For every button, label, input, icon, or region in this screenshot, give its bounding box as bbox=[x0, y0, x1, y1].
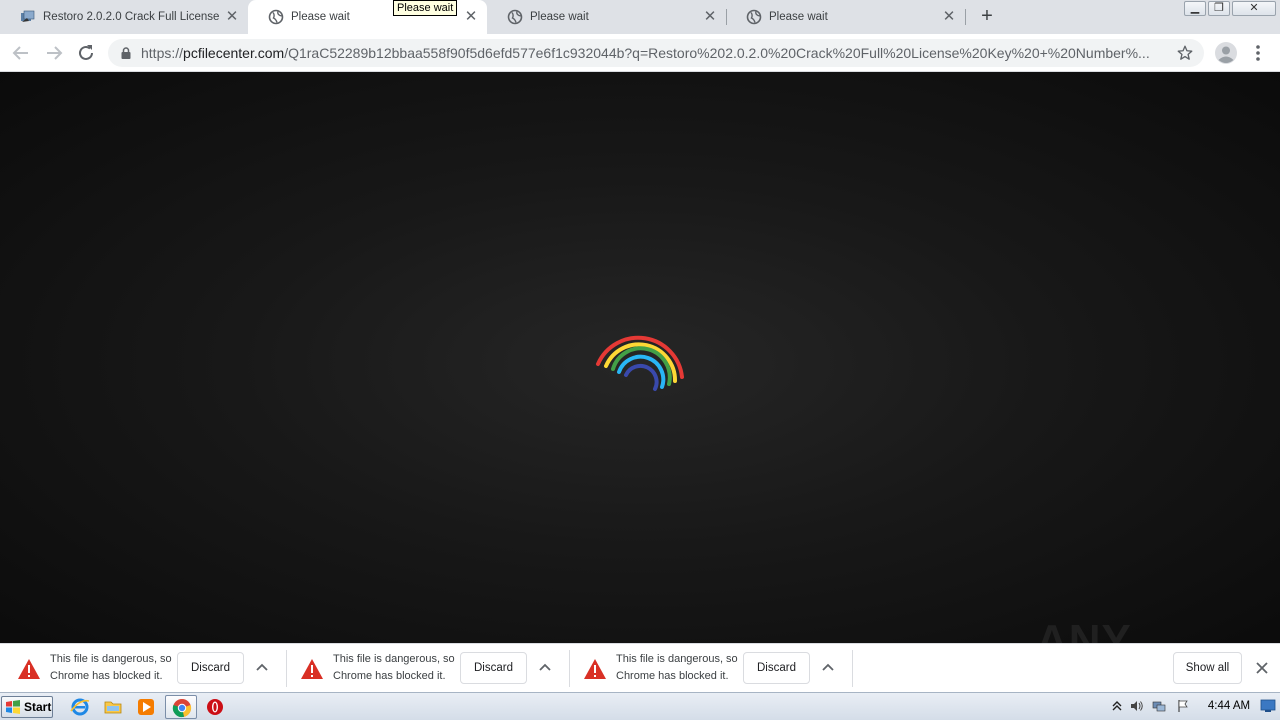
globe-icon bbox=[746, 9, 762, 25]
download-message: This file is dangerous, so Chrome has bl… bbox=[50, 653, 172, 682]
address-url[interactable]: https://pcfilecenter.com/Q1raC52289b12bb… bbox=[141, 45, 1171, 61]
tab-close-button[interactable]: ✕ bbox=[225, 9, 239, 24]
globe-icon bbox=[268, 9, 284, 25]
close-icon: ✕ bbox=[1249, 2, 1259, 14]
back-arrow-icon[interactable] bbox=[9, 41, 33, 65]
tab-tooltip: Please wait bbox=[393, 0, 458, 16]
show-all-button[interactable]: Show all bbox=[1173, 652, 1242, 684]
start-button[interactable]: Start bbox=[1, 696, 53, 718]
kebab-menu-icon[interactable] bbox=[1249, 41, 1267, 65]
minimize-button[interactable]: ▁ bbox=[1184, 1, 1206, 16]
download-separator bbox=[286, 650, 287, 687]
bookmark-star-icon[interactable] bbox=[1176, 44, 1194, 62]
download-separator bbox=[852, 650, 853, 687]
chrome-taskbar-button[interactable] bbox=[165, 695, 197, 719]
profile-avatar-icon[interactable] bbox=[1214, 41, 1238, 65]
download-shelf: This file is dangerous, so Chrome has bl… bbox=[0, 643, 1280, 692]
chevron-up-icon[interactable] bbox=[538, 660, 552, 674]
tab-separator bbox=[965, 9, 966, 25]
tab-close-button[interactable]: ✕ bbox=[703, 9, 717, 24]
restore-button[interactable]: ❐ bbox=[1208, 1, 1230, 16]
internet-explorer-icon[interactable] bbox=[70, 697, 90, 717]
media-player-icon[interactable] bbox=[136, 697, 156, 717]
minimize-icon: ▁ bbox=[1190, 2, 1200, 14]
restore-icon: ❐ bbox=[1214, 2, 1224, 14]
start-label: Start bbox=[24, 700, 52, 714]
taskbar: Start 4:44 AM bbox=[0, 692, 1280, 720]
tab-title: Restoro 2.0.2.0 Crack Full License Key bbox=[43, 11, 219, 23]
show-desktop-icon[interactable] bbox=[1260, 699, 1276, 713]
new-tab-button[interactable]: + bbox=[977, 6, 997, 26]
tab-please-wait-3[interactable]: Please wait ✕ bbox=[726, 0, 965, 34]
lock-icon[interactable] bbox=[120, 47, 132, 59]
network-icon[interactable] bbox=[1152, 699, 1166, 713]
warning-icon bbox=[18, 659, 40, 679]
volume-icon[interactable] bbox=[1130, 699, 1144, 713]
download-message: This file is dangerous, so Chrome has bl… bbox=[333, 653, 455, 682]
chevron-up-icon[interactable] bbox=[255, 660, 269, 674]
url-host: pcfilecenter.com bbox=[183, 45, 285, 61]
tab-close-button[interactable]: ✕ bbox=[464, 9, 478, 24]
action-center-flag-icon[interactable] bbox=[1176, 699, 1190, 713]
download-item[interactable]: This file is dangerous, so Chrome has bl… bbox=[10, 650, 286, 687]
download-item[interactable]: This file is dangerous, so Chrome has bl… bbox=[576, 650, 852, 687]
clock[interactable]: 4:44 AM bbox=[1203, 700, 1255, 712]
chrome-icon bbox=[172, 699, 192, 718]
rainbow-spinner-icon bbox=[596, 335, 684, 391]
discard-button[interactable]: Discard bbox=[177, 652, 244, 684]
close-window-button[interactable]: ✕ bbox=[1232, 1, 1276, 16]
download-item[interactable]: This file is dangerous, so Chrome has bl… bbox=[293, 650, 569, 687]
discard-button[interactable]: Discard bbox=[743, 652, 810, 684]
globe-icon bbox=[507, 9, 523, 25]
close-icon[interactable] bbox=[1254, 660, 1270, 676]
browser-toolbar: https://pcfilecenter.com/Q1raC52289b12bb… bbox=[0, 34, 1280, 72]
windows-logo-icon bbox=[6, 700, 20, 714]
tab-please-wait-2[interactable]: Please wait ✕ bbox=[487, 0, 726, 34]
page-content: ANY RUN bbox=[0, 72, 1280, 715]
tab-title: Please wait bbox=[769, 11, 828, 23]
address-bar[interactable]: https://pcfilecenter.com/Q1raC52289b12bb… bbox=[108, 39, 1204, 67]
file-explorer-icon[interactable] bbox=[103, 697, 123, 717]
tab-close-button[interactable]: ✕ bbox=[942, 9, 956, 24]
download-message: This file is dangerous, so Chrome has bl… bbox=[616, 653, 738, 682]
tab-title: Please wait bbox=[530, 11, 589, 23]
forward-arrow-icon[interactable] bbox=[42, 41, 66, 65]
opera-icon[interactable] bbox=[205, 697, 225, 717]
warning-icon bbox=[301, 659, 323, 679]
download-separator bbox=[569, 650, 570, 687]
reload-icon[interactable] bbox=[74, 41, 98, 65]
discard-button[interactable]: Discard bbox=[460, 652, 527, 684]
url-scheme: https:// bbox=[141, 45, 184, 61]
tray-expand-icon[interactable] bbox=[1110, 699, 1124, 713]
chevron-up-icon[interactable] bbox=[821, 660, 835, 674]
tab-restoro[interactable]: Restoro 2.0.2.0 Crack Full License Key ✕ bbox=[0, 0, 247, 34]
url-path: /Q1raC52289b12bbaa558f90f5d6efd577e6f1c9… bbox=[284, 45, 1150, 61]
script-favicon-icon bbox=[21, 10, 35, 22]
warning-icon bbox=[584, 659, 606, 679]
tab-strip: Restoro 2.0.2.0 Crack Full License Key ✕… bbox=[0, 0, 1280, 34]
